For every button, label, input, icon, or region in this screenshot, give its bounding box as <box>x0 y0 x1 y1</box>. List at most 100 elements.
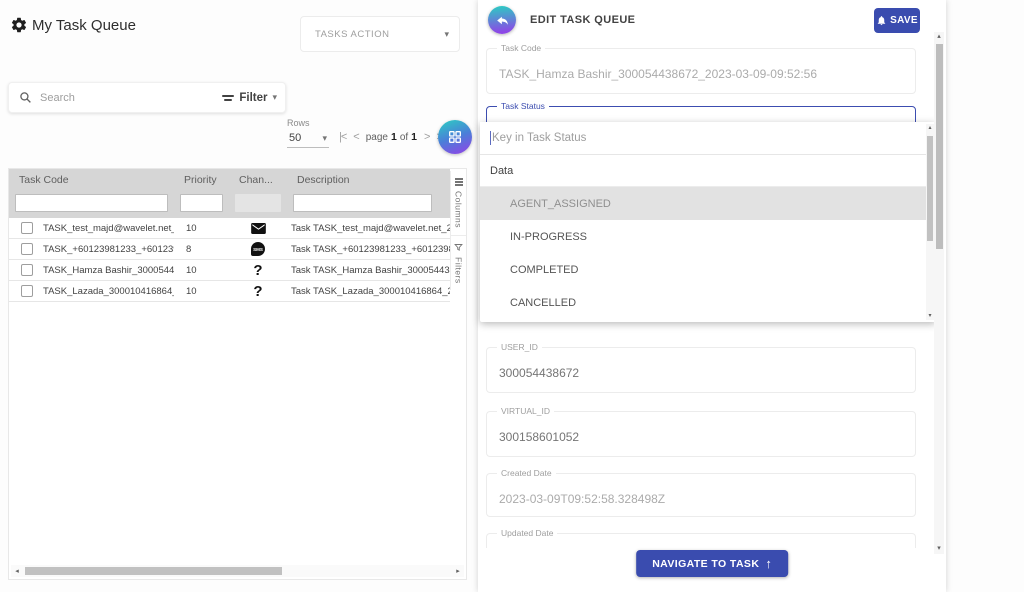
panel-scroll-thumb[interactable] <box>936 44 943 249</box>
columns-tab-label: Columns <box>454 191 464 228</box>
tasks-action-select[interactable]: TASKS ACTION ▾ <box>300 16 460 52</box>
left-header: My Task Queue <box>10 16 136 34</box>
dropdown-scroll-up-icon[interactable]: ▴ <box>928 124 931 132</box>
prev-page-icon[interactable]: < <box>353 131 358 143</box>
save-button-label: SAVE <box>890 15 918 26</box>
filter-description-input[interactable] <box>293 194 432 212</box>
filters-tab-label: Filters <box>454 257 464 284</box>
of-word: of <box>400 132 408 143</box>
status-option-in-progress[interactable]: IN-PROGRESS <box>480 220 936 253</box>
filter-task-code-input[interactable] <box>15 194 168 212</box>
table-row[interactable]: TASK_Hamza Bashir_300054438... 10 ? Task… <box>9 260 450 281</box>
updated-date-label: Updated Date <box>497 528 557 538</box>
cell-task-code: TASK_+60123981233_+601239... <box>43 244 174 255</box>
horizontal-scrollbar: ◂ ▸ <box>11 565 464 577</box>
task-queue-panel: My Task Queue TASKS ACTION ▾ Filter ▾ Ro… <box>0 0 470 592</box>
filter-list-icon <box>222 95 234 101</box>
columns-tab[interactable]: Columns <box>451 171 466 235</box>
save-button[interactable]: SAVE <box>874 8 920 33</box>
scroll-right-arrow-icon[interactable]: ▸ <box>452 567 464 575</box>
col-header-channel: Chan... <box>229 174 287 186</box>
navigate-to-task-button[interactable]: NAVIGATE TO TASK ↑ <box>636 550 788 577</box>
rows-per-page-select[interactable]: 50 ▾ <box>287 130 329 148</box>
col-header-description: Description <box>287 174 450 186</box>
unknown-channel-icon: ? <box>253 262 262 279</box>
virtual-id-field: VIRTUAL_ID <box>486 411 916 457</box>
up-arrow-icon: ↑ <box>765 556 772 571</box>
row-checkbox[interactable] <box>21 285 33 297</box>
grid-view-button[interactable] <box>438 120 472 154</box>
page-total: 1 <box>411 131 417 143</box>
hscroll-thumb[interactable] <box>25 567 282 575</box>
back-button[interactable] <box>488 6 516 34</box>
panel-scroll-up-icon[interactable]: ▴ <box>937 32 941 42</box>
table-row[interactable]: TASK_+60123981233_+601239... 8 SMS Task … <box>9 239 450 260</box>
filter-priority-input[interactable] <box>180 194 223 212</box>
rows-label: Rows <box>287 118 310 128</box>
user-id-field: USER_ID <box>486 347 916 393</box>
table-header-row: Task Code Priority Chan... Description <box>9 169 450 191</box>
panel-scroll-down-icon[interactable]: ▾ <box>937 544 941 554</box>
cell-description: Task TASK_+60123981233_+60123981233_2023… <box>287 244 450 255</box>
page-indicator: page 1 of 1 <box>366 131 417 143</box>
task-code-input <box>499 67 903 81</box>
email-channel-icon <box>251 223 266 234</box>
cell-description: Task TASK_test_majd@wavelet.net_2023-02-… <box>287 223 450 234</box>
filters-tab[interactable]: Filters <box>451 235 466 291</box>
grid-icon <box>447 129 463 145</box>
dropdown-scrollbar[interactable]: ▴ ▾ <box>926 124 934 320</box>
rows-caret-icon: ▾ <box>322 133 327 144</box>
filter-label: Filter <box>239 92 267 104</box>
cell-priority: 10 <box>174 223 229 234</box>
chevron-down-icon: ▾ <box>444 29 449 40</box>
page-nav: |< < page 1 of 1 > >| <box>339 131 444 143</box>
task-table: Task Code Priority Chan... Description T… <box>8 168 467 580</box>
table-row[interactable]: TASK_test_majd@wavelet.net_2... 10 Task … <box>9 218 450 239</box>
virtual-id-input[interactable] <box>499 430 903 444</box>
task-status-label: Task Status <box>497 101 549 111</box>
status-option-completed[interactable]: COMPLETED <box>480 253 936 286</box>
cell-priority: 8 <box>174 244 229 255</box>
dropdown-scroll-down-icon[interactable]: ▾ <box>928 312 931 320</box>
row-checkbox[interactable] <box>21 222 33 234</box>
columns-icon <box>455 178 463 186</box>
virtual-id-label: VIRTUAL_ID <box>497 406 554 416</box>
bell-icon <box>876 15 887 26</box>
status-option-agent-assigned[interactable]: AGENT_ASSIGNED <box>480 187 936 220</box>
back-arrow-icon <box>495 13 510 28</box>
search-input[interactable] <box>40 92 222 104</box>
filter-caret-icon: ▾ <box>272 92 277 103</box>
panel-scrollbar[interactable]: ▴ ▾ <box>934 32 944 554</box>
col-header-priority: Priority <box>174 174 229 186</box>
edit-task-panel: EDIT TASK QUEUE SAVE Task Code Task Stat… <box>478 0 946 592</box>
navigate-button-label: NAVIGATE TO TASK <box>652 558 759 570</box>
status-search-input[interactable] <box>492 132 926 144</box>
task-status-dropdown: Data AGENT_ASSIGNED IN-PROGRESS COMPLETE… <box>480 122 936 322</box>
status-search-row <box>480 122 936 155</box>
rows-per-page-value: 50 <box>289 132 301 144</box>
scroll-left-arrow-icon[interactable]: ◂ <box>11 567 23 575</box>
col-header-task-code: Task Code <box>9 174 174 186</box>
dropdown-scroll-thumb[interactable] <box>927 136 933 241</box>
updated-date-field: Updated Date <box>486 533 916 548</box>
page-current: 1 <box>391 131 397 143</box>
cell-task-code: TASK_Hamza Bashir_300054438... <box>43 265 174 276</box>
table-row[interactable]: TASK_Lazada_300010416864_20... 10 ? Task… <box>9 281 450 302</box>
filter-channel-disabled <box>235 194 281 212</box>
unknown-channel-icon: ? <box>253 283 262 300</box>
edit-panel-title: EDIT TASK QUEUE <box>530 14 874 26</box>
hscroll-track[interactable] <box>23 566 452 576</box>
status-option-cancelled[interactable]: CANCELLED <box>480 286 936 319</box>
first-page-icon[interactable]: |< <box>339 131 346 143</box>
cell-description: Task TASK_Hamza Bashir_300054438672_2023… <box>287 265 450 276</box>
status-group-header: Data <box>480 155 936 187</box>
edit-panel-header: EDIT TASK QUEUE SAVE <box>478 0 946 40</box>
cell-priority: 10 <box>174 265 229 276</box>
filter-button[interactable]: Filter ▾ <box>222 92 277 104</box>
created-date-label: Created Date <box>497 468 556 478</box>
user-id-input[interactable] <box>499 366 903 380</box>
row-checkbox[interactable] <box>21 264 33 276</box>
row-checkbox[interactable] <box>21 243 33 255</box>
created-date-field: Created Date <box>486 473 916 517</box>
next-page-icon[interactable]: > <box>424 131 429 143</box>
